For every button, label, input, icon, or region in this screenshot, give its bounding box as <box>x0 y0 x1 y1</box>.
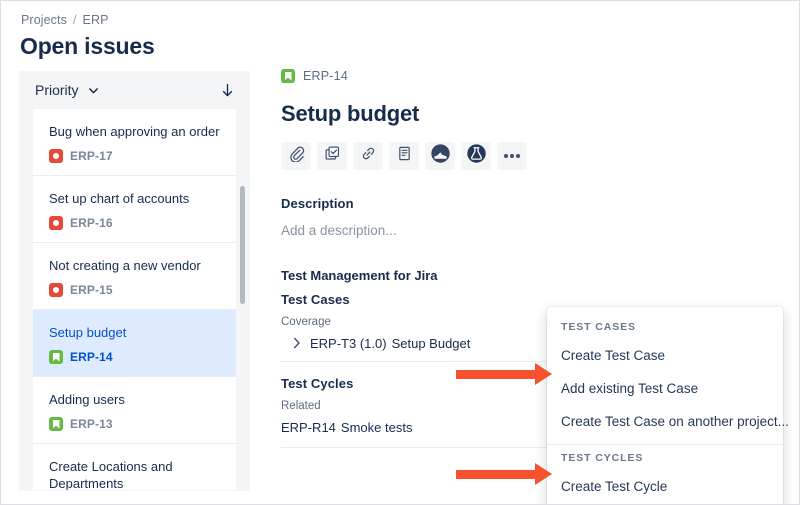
more-icon <box>504 154 520 158</box>
story-icon <box>49 417 63 431</box>
arrow-add-existing-test-cycle <box>456 463 552 485</box>
description-label: Description <box>281 196 354 211</box>
form-icon <box>396 145 413 167</box>
issue-key-row: ERP-15 <box>49 283 222 297</box>
issue-key: ERP-15 <box>70 283 113 297</box>
description-placeholder[interactable]: Add a description... <box>281 223 781 238</box>
bug-icon <box>49 149 63 163</box>
issue-key-row: ERP-14 <box>49 350 222 364</box>
test-cases-heading: Test Cases <box>281 292 350 307</box>
issue-list-sort-bar: Priority <box>19 71 250 109</box>
related-cycle-name: Smoke tests <box>340 420 413 435</box>
child-issue-icon <box>324 145 341 167</box>
test-management-button[interactable] <box>461 142 491 170</box>
flask-icon <box>466 143 487 169</box>
related-cycle-link[interactable]: ERP-R14 <box>281 420 336 435</box>
issue-summary: Create Locations and Departments <box>49 459 173 490</box>
menu-item-create-test-case-another-project[interactable]: Create Test Case on another project... <box>547 405 789 438</box>
issue-list-scrollbar[interactable] <box>240 186 245 304</box>
issue-action-toolbar <box>281 142 781 170</box>
app-window: Projects / ERP Open issues Priority Bug wh… <box>0 0 800 505</box>
issue-key-row: ERP-13 <box>49 417 222 431</box>
issue-key-row: ERP-17 <box>49 149 222 163</box>
form-button[interactable] <box>389 142 419 170</box>
issue-key: ERP-17 <box>70 149 113 163</box>
issue-summary: Setup budget <box>49 325 127 340</box>
list-item[interactable]: Adding users ERP-13 <box>33 377 236 444</box>
issue-summary: Not creating a new vendor <box>49 258 201 273</box>
issue-list[interactable]: Bug when approving an order ERP-17 Set u… <box>33 109 236 490</box>
chevron-right-icon[interactable] <box>293 337 301 351</box>
test-management-dropdown-menu[interactable]: TEST CASES Create Test Case Add existing… <box>547 307 789 504</box>
link-icon <box>360 145 377 167</box>
breadcrumb-projects[interactable]: Projects <box>21 13 67 27</box>
arrow-down-icon[interactable] <box>221 83 234 98</box>
attach-button[interactable] <box>281 142 311 170</box>
detail-key-row: ERP-14 <box>281 69 781 83</box>
list-item[interactable]: Create Locations and Departments ERP-12 <box>33 444 236 490</box>
issue-key: ERP-14 <box>70 350 113 364</box>
arrow-shaft <box>456 369 536 379</box>
list-item[interactable]: Set up chart of accounts ERP-16 <box>33 176 236 243</box>
issue-list-panel: Priority Bug when approving an order ERP… <box>19 71 250 491</box>
chevron-down-icon[interactable] <box>88 85 99 96</box>
breadcrumb: Projects / ERP <box>21 13 109 27</box>
menu-item-create-test-case[interactable]: Create Test Case <box>547 339 783 372</box>
issue-summary: Bug when approving an order <box>49 124 220 139</box>
page-title: Open issues <box>20 33 155 59</box>
arrow-shaft <box>456 469 536 479</box>
arrow-head <box>535 363 552 385</box>
bug-icon <box>49 283 63 297</box>
menu-item-create-test-cycle[interactable]: Create Test Cycle <box>547 470 783 503</box>
more-actions-button[interactable] <box>497 142 527 170</box>
menu-section-title-test-cases: TEST CASES <box>561 321 636 333</box>
breadcrumb-project[interactable]: ERP <box>83 13 109 27</box>
detail-issue-key[interactable]: ERP-14 <box>303 69 348 83</box>
issue-summary: Set up chart of accounts <box>49 191 190 206</box>
story-icon <box>281 69 295 83</box>
coverage-test-case-name: Setup Budget <box>391 336 471 351</box>
issue-key: ERP-16 <box>70 216 113 230</box>
list-item[interactable]: Bug when approving an order ERP-17 <box>33 109 236 176</box>
attach-icon <box>288 145 305 167</box>
apps-button[interactable] <box>425 142 455 170</box>
child-issue-button[interactable] <box>317 142 347 170</box>
coverage-test-case-link[interactable]: ERP-T3 (1.0) <box>310 336 387 351</box>
issue-summary: Adding users <box>49 392 125 407</box>
issue-title: Setup budget <box>281 101 420 126</box>
issue-key: ERP-13 <box>70 417 113 431</box>
description-section: Description Add a description... <box>281 196 781 238</box>
shoe-icon <box>430 143 451 169</box>
sort-field-label[interactable]: Priority <box>35 82 79 98</box>
arrow-add-existing-test-case <box>456 363 552 385</box>
menu-item-add-existing-test-case[interactable]: Add existing Test Case <box>547 372 783 405</box>
breadcrumb-separator: / <box>72 13 77 27</box>
arrow-head <box>535 463 552 485</box>
test-management-title: Test Management for Jira <box>281 268 438 283</box>
menu-section-title-test-cycles: TEST CYCLES <box>561 452 644 464</box>
list-item-selected[interactable]: Setup budget ERP-14 <box>33 310 236 377</box>
bug-icon <box>49 216 63 230</box>
link-issue-button[interactable] <box>353 142 383 170</box>
list-item[interactable]: Not creating a new vendor ERP-15 <box>33 243 236 310</box>
test-cases-header: Test Cases <box>281 292 781 307</box>
story-icon <box>49 350 63 364</box>
issue-key-row: ERP-16 <box>49 216 222 230</box>
